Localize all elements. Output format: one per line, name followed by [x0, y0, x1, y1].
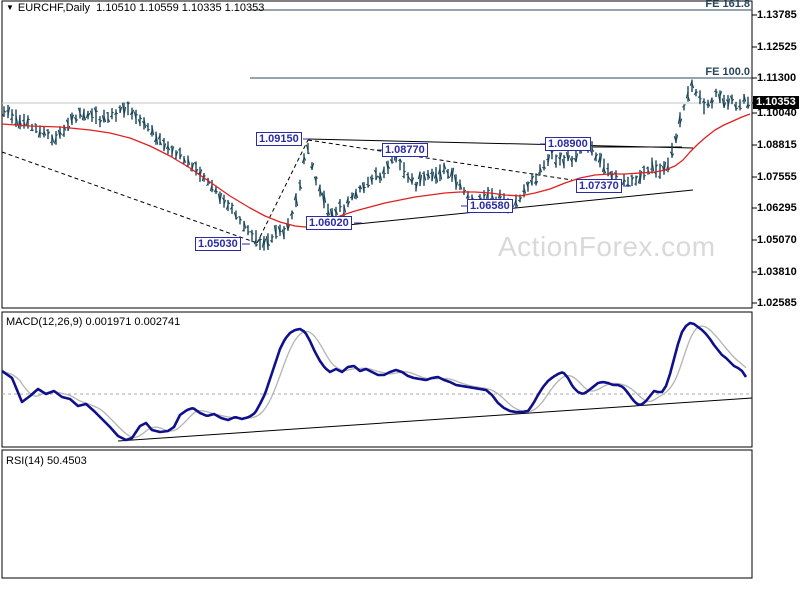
- close-tick: [588, 149, 590, 150]
- close-tick: [148, 129, 150, 130]
- rsi-panel[interactable]: [2, 450, 752, 578]
- open-tick: [366, 184, 368, 185]
- close-tick: [136, 114, 138, 115]
- price-panel[interactable]: [2, 1, 752, 308]
- open-tick: [6, 111, 8, 112]
- open-tick: [650, 169, 652, 170]
- close-tick: [96, 111, 98, 112]
- close-tick: [340, 207, 342, 208]
- chart-canvas[interactable]: [0, 0, 800, 600]
- close-tick: [252, 233, 254, 234]
- trendline: [318, 190, 693, 228]
- close-tick: [92, 117, 94, 118]
- close-tick: [112, 112, 114, 113]
- open-tick: [406, 174, 408, 175]
- swing-trendline-dashed: [257, 140, 308, 243]
- close-tick: [628, 185, 630, 186]
- open-tick: [30, 130, 32, 131]
- open-tick: [706, 105, 708, 106]
- open-tick: [398, 160, 400, 161]
- macd-signal-line: [2, 326, 746, 437]
- macd-trendline: [118, 398, 752, 441]
- open-tick: [630, 176, 632, 177]
- macd-panel[interactable]: [2, 312, 752, 447]
- mt4-chart-window: ActionForex.com ▼EURCHF,Daily 1.10510 1.…: [0, 0, 800, 600]
